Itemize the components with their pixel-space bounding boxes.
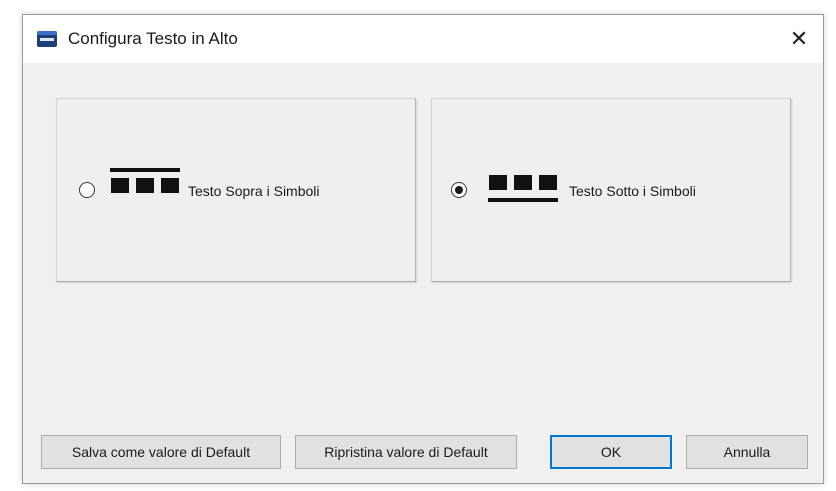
option-panel-text-below[interactable]: Testo Sotto i Simboli xyxy=(431,98,791,282)
app-icon xyxy=(37,31,57,47)
symbol-square-glyph xyxy=(161,178,179,193)
symbol-square-glyph xyxy=(489,175,507,190)
option-panel-text-above[interactable]: Testo Sopra i Simboli xyxy=(56,98,416,282)
option-label-text-below: Testo Sotto i Simboli xyxy=(569,183,696,199)
symbol-square-glyph xyxy=(514,175,532,190)
text-above-symbols-icon xyxy=(110,168,180,204)
text-below-symbols-icon xyxy=(488,175,558,211)
title-bar: Configura Testo in Alto ✕ xyxy=(23,15,823,63)
option-label-text-above: Testo Sopra i Simboli xyxy=(188,183,320,199)
symbol-square-glyph xyxy=(136,178,154,193)
radio-text-above[interactable] xyxy=(79,182,95,198)
ok-button[interactable]: OK xyxy=(550,435,672,469)
dialog-title: Configura Testo in Alto xyxy=(68,29,238,48)
text-line-glyph xyxy=(488,198,558,202)
close-icon[interactable]: ✕ xyxy=(775,15,823,63)
symbol-square-glyph xyxy=(539,175,557,190)
cancel-button[interactable]: Annulla xyxy=(686,435,808,469)
text-line-glyph xyxy=(110,168,180,172)
radio-text-below[interactable] xyxy=(451,182,467,198)
configure-text-dialog: Configura Testo in Alto ✕ Testo Sopra i … xyxy=(22,14,824,484)
restore-default-button[interactable]: Ripristina valore di Default xyxy=(295,435,517,469)
save-default-button[interactable]: Salva come valore di Default xyxy=(41,435,281,469)
symbol-square-glyph xyxy=(111,178,129,193)
